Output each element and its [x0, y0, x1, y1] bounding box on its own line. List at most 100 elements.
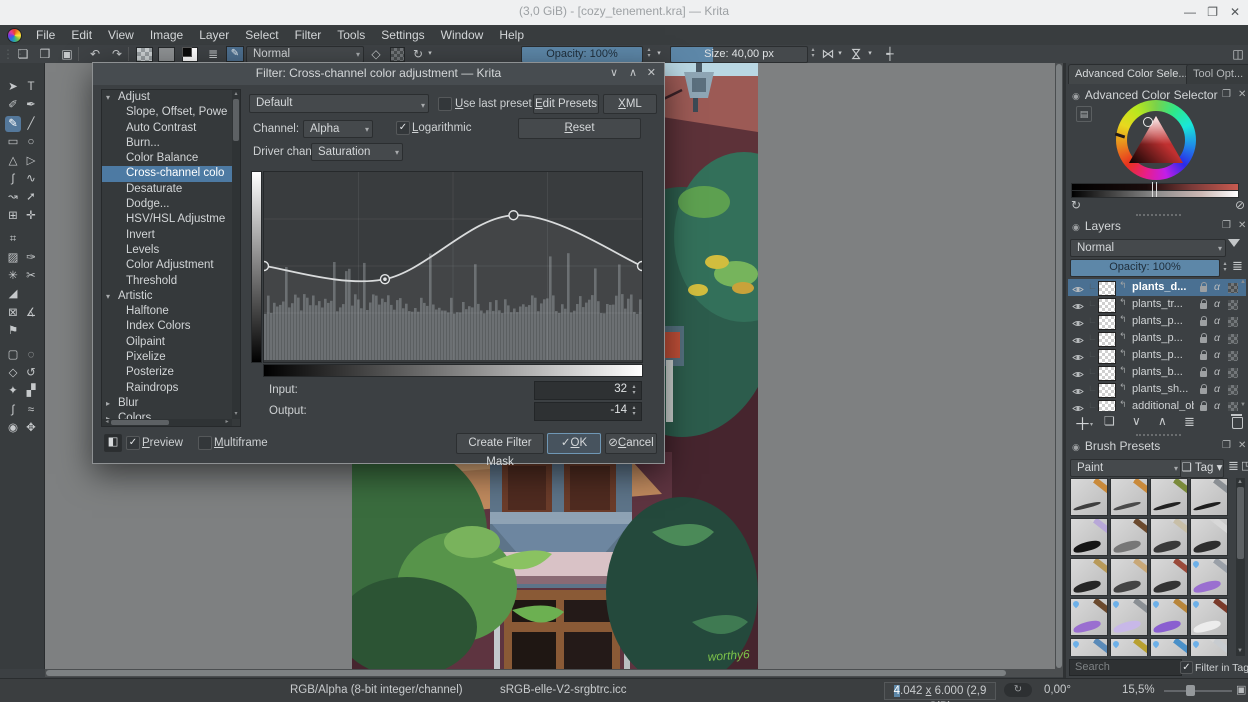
brush-preset-tile[interactable]: [1110, 478, 1148, 516]
layer-alpha-icon[interactable]: α: [1214, 315, 1220, 327]
layer-alpha-channel-icon[interactable]: [1228, 402, 1238, 411]
pattern-tool-icon[interactable]: ✳: [5, 268, 21, 284]
move-layer-up-button[interactable]: ∧: [1158, 414, 1167, 428]
menu-window[interactable]: Window: [433, 26, 492, 44]
filter-item-hsv-hsl-adjustme[interactable]: HSV/HSL Adjustme: [102, 212, 240, 227]
layer-alpha-channel-icon[interactable]: [1228, 317, 1238, 327]
layer-name[interactable]: plants_b...: [1132, 366, 1194, 378]
zoom-tool-icon[interactable]: ◉: [5, 420, 21, 436]
curve-widget[interactable]: [258, 171, 648, 363]
brush-preset-tile[interactable]: [1150, 598, 1188, 636]
curve-point-2[interactable]: [508, 210, 519, 221]
brush-preset-icon[interactable]: ✎: [226, 46, 244, 62]
layer-scroll-up-icon[interactable]: ▲: [1240, 279, 1246, 285]
filter-item-posterize[interactable]: Posterize: [102, 365, 240, 380]
layer-alpha-icon[interactable]: α: [1214, 281, 1220, 293]
brush-preset-tile[interactable]: [1190, 638, 1228, 656]
filter-item-halftone[interactable]: Halftone: [102, 304, 240, 319]
input-spinbox[interactable]: 32 ▴ ▾: [534, 381, 642, 400]
filter-item-auto-contrast[interactable]: Auto Contrast: [102, 121, 240, 136]
dialog-close-icon[interactable]: ✕: [647, 66, 656, 79]
layer-name[interactable]: plants_tr...: [1132, 298, 1194, 310]
mirror-horizontal-icon[interactable]: ⋈: [820, 45, 836, 63]
layer-opacity-spinner[interactable]: ▴ ▾: [1220, 261, 1230, 273]
menu-tools[interactable]: Tools: [329, 26, 373, 44]
search-input[interactable]: Search: [1069, 659, 1182, 676]
layer-lock-icon[interactable]: [1200, 282, 1207, 292]
layer-visibility-icon[interactable]: [1072, 283, 1084, 297]
tree-caret-icon[interactable]: ▸: [106, 396, 110, 411]
menu-help[interactable]: Help: [491, 26, 532, 44]
brush-preset-tile[interactable]: [1110, 638, 1148, 656]
smart-patch-tool-icon[interactable]: ✂: [23, 268, 39, 284]
menu-filter[interactable]: Filter: [287, 26, 330, 44]
select-shapes-tool-icon[interactable]: ➤: [5, 79, 21, 95]
dynamic-brush-tool-icon[interactable]: ↝: [5, 189, 21, 205]
ok-button[interactable]: ✓OK: [547, 433, 601, 454]
gradient-tool-icon[interactable]: ▨: [5, 250, 21, 266]
brush-preset-tile[interactable]: [1110, 518, 1148, 556]
krita-logo-icon[interactable]: [7, 27, 22, 43]
image-dimensions[interactable]: 4.042 x 6.000 (2,9 GiB): [884, 682, 996, 702]
tree-hscrollbar[interactable]: ◂ ▸: [102, 419, 232, 426]
dock-splitter[interactable]: [1063, 63, 1066, 678]
filter-item-color-adjustment[interactable]: Color Adjustment: [102, 258, 240, 273]
freehand-path-tool-icon[interactable]: ∿: [23, 171, 39, 187]
zoom-slider[interactable]: [1164, 690, 1232, 692]
new-document-icon[interactable]: ❏: [14, 45, 32, 63]
filter-item-adjust[interactable]: ▾ Adjust: [102, 90, 240, 105]
output-spinbox[interactable]: -14 ▴ ▾: [534, 402, 642, 421]
ellipse-select-tool-icon[interactable]: ◌: [23, 347, 39, 363]
layer-lock-icon[interactable]: [1200, 384, 1207, 394]
layer-name[interactable]: additional_ob...: [1132, 400, 1194, 411]
layer-thumbnail[interactable]: [1098, 349, 1116, 364]
color-history-icon[interactable]: ↻: [1071, 198, 1081, 212]
layers-header[interactable]: ◉ Layers: [1072, 219, 1121, 235]
polygon-tool-icon[interactable]: △: [5, 153, 21, 169]
shade-strip-2[interactable]: [1071, 190, 1239, 198]
brush-preset-tile[interactable]: [1150, 558, 1188, 596]
layer-visibility-icon[interactable]: [1072, 368, 1084, 382]
mirror-h-dropdown-icon[interactable]: ▾: [836, 45, 844, 63]
preset-combo[interactable]: Default ▾: [249, 94, 429, 113]
brush-grid-scrollbar[interactable]: ▲ ▼: [1236, 478, 1245, 656]
brush-storage-icon[interactable]: ◳: [1241, 459, 1248, 472]
layer-name[interactable]: plants_sh...: [1132, 383, 1194, 395]
layer-alpha-channel-icon[interactable]: [1228, 351, 1238, 361]
brush-editor-icon[interactable]: ≣: [204, 45, 222, 63]
mirror-vertical-icon[interactable]: ⋈: [847, 46, 865, 62]
layer-alpha-icon[interactable]: α: [1214, 400, 1220, 411]
layer-row[interactable]: ∟ ↰ plants_p... α: [1068, 313, 1246, 330]
menu-view[interactable]: View: [100, 26, 142, 44]
layer-thumbnail[interactable]: [1098, 315, 1116, 330]
brush-preset-tile[interactable]: [1070, 598, 1108, 636]
menu-edit[interactable]: Edit: [63, 26, 100, 44]
layer-thumbnail[interactable]: [1098, 366, 1116, 381]
brush-preset-tile[interactable]: [1110, 598, 1148, 636]
float-docker-icon[interactable]: ❐: [1222, 440, 1231, 451]
measure-tool-icon[interactable]: ∡: [23, 305, 39, 321]
filter-item-burn[interactable]: Burn...: [102, 136, 240, 151]
brush-preset-tile[interactable]: [1190, 598, 1228, 636]
layer-row[interactable]: ∟ ↰ plants_tr... α: [1068, 296, 1246, 313]
layer-name[interactable]: plants_p...: [1132, 315, 1194, 327]
color-sampler-tool-icon[interactable]: ✑: [23, 250, 39, 266]
opacity-slider[interactable]: Opacity: 100%: [521, 46, 643, 63]
size-spinner[interactable]: ▴ ▾: [808, 47, 818, 59]
rectangle-tool-icon[interactable]: ▭: [5, 134, 21, 150]
layer-lock-icon[interactable]: [1200, 333, 1207, 343]
save-icon[interactable]: ▣: [58, 45, 76, 63]
multibrush-tool-icon[interactable]: ➚: [23, 189, 39, 205]
layer-row[interactable]: ∟ ↰ plants_p... α: [1068, 347, 1246, 364]
trim-icon[interactable]: ┽: [882, 45, 898, 63]
open-document-icon[interactable]: ❒: [36, 45, 54, 63]
filter-item-blur[interactable]: ▸ Blur: [102, 396, 240, 411]
menu-select[interactable]: Select: [237, 26, 286, 44]
freehand-brush-tool-icon[interactable]: ✎: [5, 115, 21, 132]
bezier-select-tool-icon[interactable]: ∫: [5, 402, 21, 418]
transform-tool-icon[interactable]: ⊞: [5, 208, 21, 224]
filter-item-oilpaint[interactable]: Oilpaint: [102, 335, 240, 350]
polygon-select-tool-icon[interactable]: ◇: [5, 365, 21, 381]
filter-item-pixelize[interactable]: Pixelize: [102, 350, 240, 365]
layer-alpha-channel-icon[interactable]: [1228, 368, 1238, 378]
